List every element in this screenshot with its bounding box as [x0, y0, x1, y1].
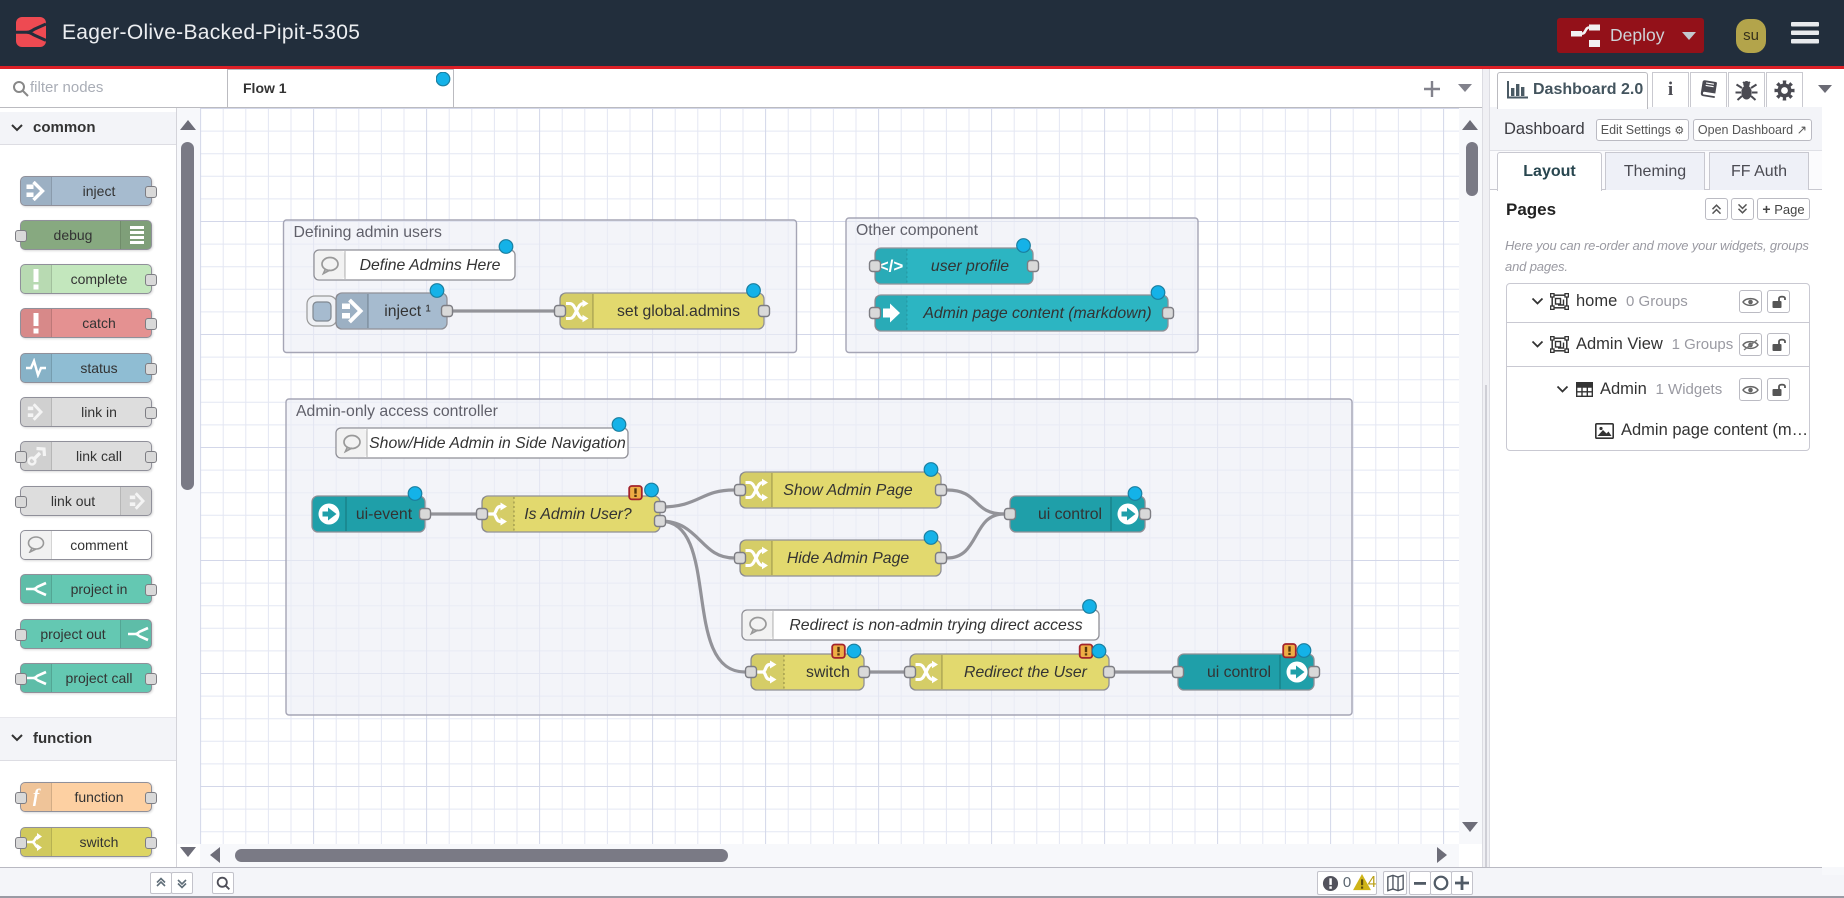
svg-text:switch: switch — [806, 664, 850, 681]
svg-text:ui-event: ui-event — [356, 506, 413, 523]
svg-text:ui control: ui control — [1207, 664, 1271, 681]
svg-text:Admin-only access controller: Admin-only access controller — [296, 403, 498, 420]
svg-text:Defining admin users: Defining admin users — [294, 224, 442, 241]
svg-text:inject ¹: inject ¹ — [384, 303, 431, 320]
svg-text:Other component: Other component — [856, 222, 979, 239]
svg-text:Admin page content (markdown): Admin page content (markdown) — [922, 305, 1151, 322]
svg-text:Hide Admin Page: Hide Admin Page — [787, 550, 910, 567]
svg-text:Redirect is non-admin trying d: Redirect is non-admin trying direct acce… — [789, 617, 1082, 634]
svg-text:Show/Hide Admin in Side Naviga: Show/Hide Admin in Side Navigation — [369, 435, 626, 452]
svg-text:user profile: user profile — [931, 258, 1009, 275]
svg-text:Define Admins Here: Define Admins Here — [360, 257, 501, 274]
svg-text:Is Admin User?: Is Admin User? — [524, 506, 632, 523]
svg-text:</>: </> — [879, 257, 904, 276]
svg-text:Redirect the User: Redirect the User — [964, 664, 1088, 681]
svg-text:ui control: ui control — [1038, 506, 1102, 523]
svg-text:set global.admins: set global.admins — [617, 303, 740, 320]
svg-text:Show Admin Page: Show Admin Page — [783, 482, 913, 499]
